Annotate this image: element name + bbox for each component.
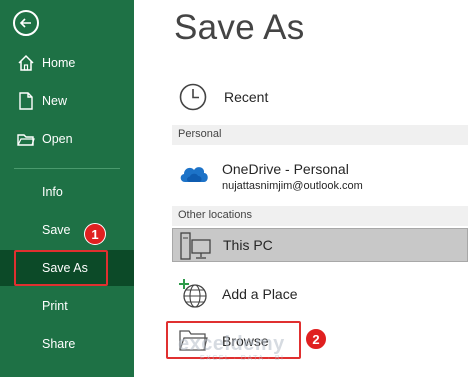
sidebar-item-label: Home: [42, 56, 76, 70]
sidebar-item-print[interactable]: Print: [0, 288, 134, 324]
sidebar-item-label: Print: [42, 299, 68, 313]
step-marker-1: 1: [84, 223, 106, 245]
back-button[interactable]: [13, 10, 39, 36]
sidebar-item-label: New: [42, 94, 68, 108]
backstage-sidebar: Home New Open Info Save Save As Print Sh…: [0, 0, 134, 377]
sidebar-item-share[interactable]: Share: [0, 326, 134, 362]
back-arrow-icon: [19, 18, 31, 28]
open-folder-icon: [17, 134, 35, 146]
location-label: Recent: [224, 89, 269, 105]
location-add-a-place[interactable]: Add a Place: [172, 277, 468, 311]
watermark-logo: exceldemy: [178, 333, 285, 356]
watermark-tagline: EXCEL · DATA · BI: [200, 355, 285, 362]
location-label: This PC: [223, 237, 273, 253]
sidebar-item-label: Info: [42, 185, 63, 199]
sidebar-item-label: Open: [42, 132, 73, 146]
section-label: Other locations: [178, 209, 252, 221]
account-email: nujattasnimjim@outlook.com: [222, 180, 363, 192]
cloud-icon: [180, 167, 208, 182]
section-label: Personal: [178, 128, 222, 140]
sidebar-item-home[interactable]: Home: [0, 45, 134, 81]
location-label: OneDrive - Personal: [222, 161, 349, 177]
sidebar-item-save[interactable]: Save: [0, 212, 134, 248]
section-header-other-locations: Other locations: [172, 206, 468, 226]
sidebar-item-new[interactable]: New: [0, 83, 134, 119]
location-recent[interactable]: Recent: [172, 80, 468, 114]
computer-icon: [180, 232, 211, 260]
new-document-icon: [19, 92, 33, 110]
highlight-save-as: [14, 250, 108, 286]
sidebar-item-label: Save: [42, 223, 71, 237]
sidebar-divider: [14, 168, 120, 169]
step-marker-2: 2: [305, 328, 327, 350]
sidebar-item-label: Share: [42, 337, 76, 351]
location-label: Add a Place: [222, 286, 298, 302]
location-onedrive[interactable]: OneDrive - Personal nujattasnimjim@outlo…: [172, 152, 468, 198]
watermark-brand: exceldemy: [178, 333, 285, 355]
page-title: Save As: [174, 8, 305, 47]
section-header-personal: Personal: [172, 125, 468, 145]
globe-plus-icon: [179, 279, 207, 308]
location-this-pc[interactable]: This PC: [172, 228, 468, 262]
sidebar-item-info[interactable]: Info: [0, 174, 134, 210]
clock-icon: [179, 83, 207, 111]
sidebar-item-open[interactable]: Open: [0, 121, 134, 157]
home-icon: [18, 54, 34, 71]
